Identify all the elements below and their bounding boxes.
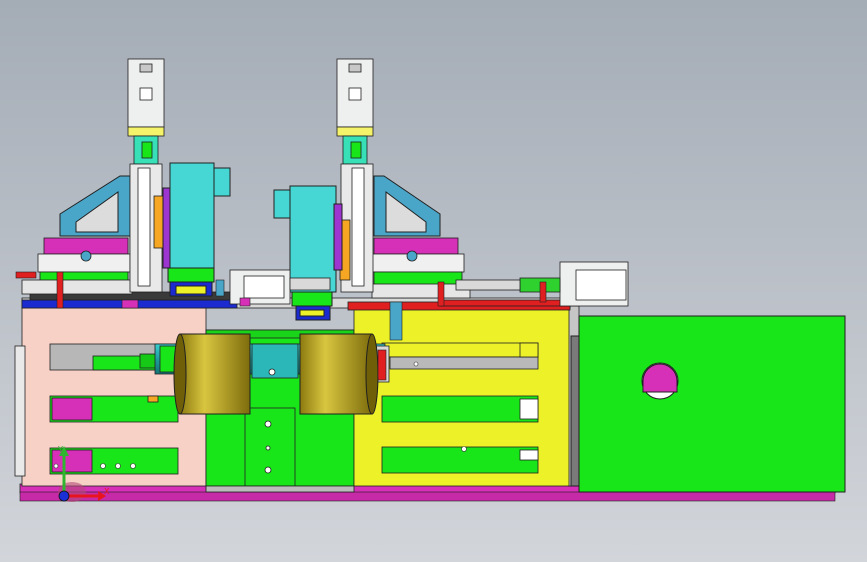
axis-y-label: Y <box>57 445 63 454</box>
column-left <box>129 163 165 293</box>
cad-viewport[interactable]: X Y <box>0 0 867 562</box>
roller-drum-right <box>299 333 379 415</box>
roller-drum-left <box>173 333 251 415</box>
axis-x-label: X <box>104 487 110 496</box>
right-frame <box>353 305 580 487</box>
slide-right <box>371 237 471 299</box>
cad-drawing[interactable]: X Y <box>0 0 867 562</box>
roller-hub <box>251 343 299 379</box>
right-cabinet <box>570 315 846 493</box>
column-right <box>339 163 374 293</box>
